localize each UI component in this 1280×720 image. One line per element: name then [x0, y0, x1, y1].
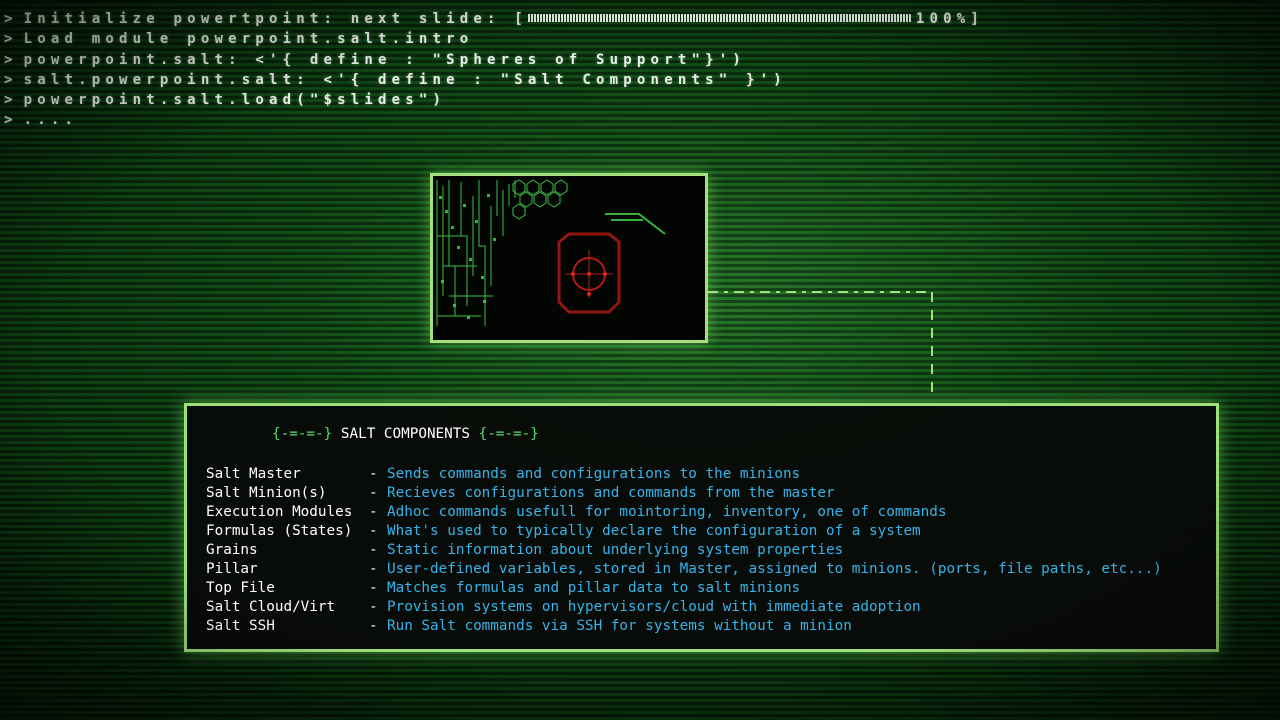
terminal-line-6: >....	[4, 110, 984, 130]
prompt-glyph: >	[4, 51, 18, 68]
component-separator: -	[369, 580, 378, 596]
component-separator: -	[369, 561, 378, 577]
terminal-log: > Initialize powertpoint: next slide: [ 10…	[4, 9, 984, 131]
component-name: Formulas (States)	[206, 523, 353, 539]
component-desc: Recieves configurations and commands fro…	[387, 485, 835, 501]
component-desc: User-defined variables, stored in Master…	[387, 561, 1162, 577]
component-row: Salt Master - Sends commands and configura…	[206, 465, 1162, 484]
prompt-glyph: >	[4, 31, 18, 48]
component-desc: Run Salt commands via SSH for systems wi…	[387, 618, 852, 634]
screen: > Initialize powertpoint: next slide: [ 10…	[0, 0, 1280, 720]
salt-components-panel: {-=-=-} SALT COMPONENTS {-=-=-} Salt Mas…	[184, 403, 1219, 652]
component-desc: Matches formulas and pillar data to salt…	[387, 580, 801, 596]
component-separator: -	[369, 466, 378, 482]
terminal-line-3: > powerpoint.salt: <'{ define : "Spheres …	[4, 50, 984, 70]
terminal-line-text: salt.powerpoint.salt: <'{ define : "Salt…	[23, 71, 787, 88]
prompt-glyph: >	[4, 11, 18, 27]
component-name: Grains	[206, 542, 258, 558]
terminal-line-text: Load module powerpoint.salt.intro	[23, 31, 474, 48]
title-text: SALT COMPONENTS	[340, 426, 470, 442]
title-brace-left: {-=-=-}	[272, 426, 333, 442]
progress-bar	[527, 13, 912, 22]
component-row: Top File - Matches formulas and pillar dat…	[206, 579, 1162, 598]
prompt-glyph: >	[4, 112, 18, 129]
component-row: Salt SSH - Run Salt commands via SSH for s…	[206, 617, 1162, 636]
terminal-line-5: > powerpoint.salt.load("$slides")	[4, 90, 984, 110]
component-row: Grains - Static information about underlyi…	[206, 541, 1162, 560]
component-name: Salt Master	[206, 466, 301, 482]
terminal-line-2: > Load module powerpoint.salt.intro	[4, 29, 984, 49]
component-separator: -	[369, 618, 378, 634]
component-row: Formulas (States) - What's used to typical…	[206, 522, 1162, 541]
component-name: Salt SSH	[206, 618, 275, 634]
component-separator: -	[369, 599, 378, 615]
prompt-glyph: >	[4, 71, 18, 88]
connector-line	[708, 291, 933, 398]
component-list: Salt Master - Sends commands and configura…	[206, 465, 1162, 636]
component-row: Salt Cloud/Virt - Provision systems on hyp…	[206, 598, 1162, 617]
component-name: Top File	[206, 580, 275, 596]
terminal-line-text: ....	[23, 112, 79, 129]
component-desc: Adhoc commands usefull for mointoring, i…	[387, 504, 947, 520]
component-name: Pillar	[206, 561, 258, 577]
component-separator: -	[369, 504, 378, 520]
component-desc: Sends commands and configurations to the…	[387, 466, 801, 482]
title-brace-right: {-=-=-}	[478, 426, 539, 442]
component-separator: -	[369, 542, 378, 558]
progress-percent: 100%]	[915, 11, 985, 27]
component-desc: Static information about underlying syst…	[387, 542, 844, 558]
component-desc: What's used to typically declare the con…	[387, 523, 921, 539]
prompt-glyph: >	[4, 92, 18, 109]
component-name: Salt Minion(s)	[206, 485, 327, 501]
terminal-line-text: Initialize powertpoint: next slide: [	[23, 11, 528, 27]
preview-thumbnail	[430, 173, 708, 343]
terminal-line-4: > salt.powerpoint.salt: <'{ define : "Sal…	[4, 70, 984, 90]
component-row: Salt Minion(s) - Recieves configurations a…	[206, 484, 1162, 503]
component-desc: Provision systems on hypervisors/cloud w…	[387, 599, 921, 615]
terminal-line-text: powerpoint.salt.load("$slides")	[23, 92, 447, 109]
component-separator: -	[369, 485, 378, 501]
terminal-line-1: > Initialize powertpoint: next slide: [ 10…	[4, 9, 984, 29]
terminal-line-text: powerpoint.salt: <'{ define : "Spheres o…	[23, 51, 746, 68]
component-row: Pillar - User-defined variables, stored in…	[206, 560, 1162, 579]
component-row: Execution Modules - Adhoc commands usefull…	[206, 503, 1162, 522]
component-name: Execution Modules	[206, 504, 353, 520]
panel-title: {-=-=-} SALT COMPONENTS {-=-=-}	[272, 426, 539, 442]
component-separator: -	[369, 523, 378, 539]
component-name: Salt Cloud/Virt	[206, 599, 336, 615]
circuit-target-icon	[436, 179, 666, 326]
